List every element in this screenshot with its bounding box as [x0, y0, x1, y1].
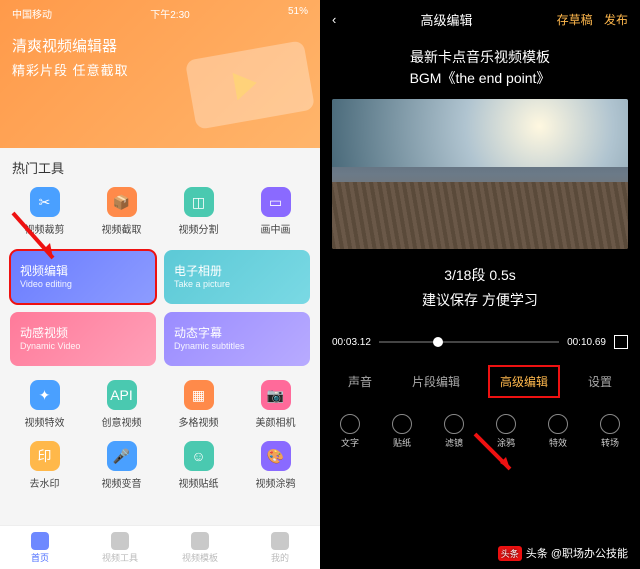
fx-icon: [548, 414, 568, 434]
video-preview[interactable]: [332, 99, 628, 249]
draw-icon: [496, 414, 516, 434]
scissors-icon: ✂: [30, 187, 60, 217]
timeline: 00:03.12 00:10.69: [320, 327, 640, 357]
editor-toolbar: 文字 贴纸 滤镜 涂鸦 特效 转场: [320, 406, 640, 455]
text-icon: [340, 414, 360, 434]
card-dynamic-video[interactable]: 动感视频Dynamic Video: [10, 312, 156, 366]
pip-icon: ▭: [261, 187, 291, 217]
tab-advanced-edit[interactable]: 高级编辑: [492, 369, 556, 394]
tool-video-crop[interactable]: ✂视频裁剪: [8, 183, 81, 240]
tool-creative[interactable]: API创意视频: [85, 376, 158, 433]
tool-transition[interactable]: 转场: [600, 414, 620, 449]
segment-hint: 建议保存 方便学习: [320, 288, 640, 313]
sparkle-icon: ✦: [30, 380, 60, 410]
watermark-badge-icon: 头条: [498, 546, 522, 561]
tool-remove-watermark[interactable]: 印去水印: [8, 437, 81, 494]
card-photo-album[interactable]: 电子相册Take a picture: [164, 250, 310, 304]
tool-beauty-cam[interactable]: 📷美颜相机: [239, 376, 312, 433]
tool-voice-change[interactable]: 🎤视频变音: [85, 437, 158, 494]
save-draft-button[interactable]: 存草稿: [557, 13, 593, 27]
tool-grid-3: 印去水印 🎤视频变音 ☺视频贴纸 🎨视频涂鸦: [0, 437, 320, 494]
tool-filter[interactable]: 滤镜: [444, 414, 464, 449]
app-home-screen: 中国移动 下午2:30 51% 清爽视频编辑器 精彩片段 任意截取 热门工具 ✂…: [0, 0, 320, 569]
section-hot-tools: 热门工具: [0, 148, 320, 183]
edit-tabs: 声音 片段编辑 高级编辑 设置: [320, 357, 640, 406]
tool-video-split[interactable]: ◫视频分割: [162, 183, 235, 240]
camera-icon: 📷: [261, 380, 291, 410]
tool-doodle[interactable]: 🎨视频涂鸦: [239, 437, 312, 494]
nav-templates[interactable]: 视频模板: [160, 526, 240, 569]
package-icon: 📦: [107, 187, 137, 217]
status-bar: 中国移动 下午2:30 51%: [12, 6, 308, 21]
tab-sound[interactable]: 声音: [340, 369, 380, 394]
tool-draw[interactable]: 涂鸦: [496, 414, 516, 449]
split-icon: ◫: [184, 187, 214, 217]
fullscreen-icon[interactable]: [614, 335, 628, 349]
segment-count: 3/18段 0.5s: [320, 263, 640, 288]
tool-grid-1: ✂视频裁剪 📦视频截取 ◫视频分割 ▭画中画: [0, 183, 320, 240]
stamp-icon: 印: [30, 441, 60, 471]
preview-tracks: [332, 182, 628, 250]
template-title: 最新卡点音乐视频模板 BGM《the end point》: [320, 39, 640, 99]
battery: 51%: [288, 6, 308, 21]
nav-tools[interactable]: 视频工具: [80, 526, 160, 569]
clock: 下午2:30: [150, 6, 189, 21]
card-video-editing[interactable]: 视频编辑Video editing: [10, 250, 156, 304]
tool-effects[interactable]: ✦视频特效: [8, 376, 81, 433]
tool-stickers[interactable]: ☺视频贴纸: [162, 437, 235, 494]
editor-screen: ‹ 高级编辑 存草稿 发布 最新卡点音乐视频模板 BGM《the end poi…: [320, 0, 640, 569]
publish-button[interactable]: 发布: [604, 13, 628, 27]
tab-settings[interactable]: 设置: [580, 369, 620, 394]
back-button[interactable]: ‹: [332, 12, 336, 27]
nav-mine[interactable]: 我的: [240, 526, 320, 569]
watermark: 头条 头条 @职场办公技能: [498, 545, 628, 561]
editor-header: ‹ 高级编辑 存草稿 发布: [320, 0, 640, 39]
segment-info: 3/18段 0.5s 建议保存 方便学习: [320, 249, 640, 327]
feature-cards: 视频编辑Video editing 电子相册Take a picture 动感视…: [0, 240, 320, 376]
tool-text[interactable]: 文字: [340, 414, 360, 449]
filter-icon: [444, 414, 464, 434]
time-total: 00:10.69: [567, 337, 606, 348]
tab-clip-edit[interactable]: 片段编辑: [404, 369, 468, 394]
header-banner: 中国移动 下午2:30 51% 清爽视频编辑器 精彩片段 任意截取: [0, 0, 320, 148]
transition-icon: [600, 414, 620, 434]
nav-home[interactable]: 首页: [0, 526, 80, 569]
tools-icon: [111, 532, 129, 550]
preview-sky: [332, 99, 628, 167]
home-icon: [31, 532, 49, 550]
tool-grid-2: ✦视频特效 API创意视频 ▦多格视频 📷美颜相机: [0, 376, 320, 433]
sticker-icon: ☺: [184, 441, 214, 471]
card-dynamic-subtitles[interactable]: 动态字幕Dynamic subtitles: [164, 312, 310, 366]
tool-fx[interactable]: 特效: [548, 414, 568, 449]
timeline-slider[interactable]: [379, 341, 559, 343]
palette-icon: 🎨: [261, 441, 291, 471]
tool-sticker[interactable]: 贴纸: [392, 414, 412, 449]
header-actions: 存草稿 发布: [557, 11, 628, 28]
tool-multigrid[interactable]: ▦多格视频: [162, 376, 235, 433]
editor-title: 高级编辑: [420, 10, 472, 29]
sticker-icon: [392, 414, 412, 434]
tool-video-extract[interactable]: 📦视频截取: [85, 183, 158, 240]
api-icon: API: [107, 380, 137, 410]
template-icon: [191, 532, 209, 550]
mic-icon: 🎤: [107, 441, 137, 471]
time-current: 00:03.12: [332, 337, 371, 348]
bottom-nav: 首页 视频工具 视频模板 我的: [0, 525, 320, 569]
user-icon: [271, 532, 289, 550]
grid-icon: ▦: [184, 380, 214, 410]
timeline-thumb[interactable]: [433, 337, 443, 347]
tool-pip[interactable]: ▭画中画: [239, 183, 312, 240]
carrier: 中国移动: [12, 6, 52, 21]
